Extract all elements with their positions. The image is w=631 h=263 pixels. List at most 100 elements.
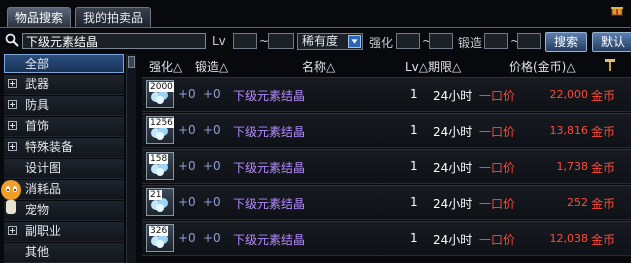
enhance-value: +0	[178, 87, 196, 101]
item-quantity: 21	[149, 190, 163, 200]
forge-value: +0	[203, 195, 221, 209]
item-quantity: 2000	[149, 82, 174, 92]
column-name[interactable]: 名称△	[302, 58, 335, 75]
mascot-icon	[1, 180, 21, 214]
currency-label: 金币	[591, 125, 616, 139]
enhance-value: +0	[178, 195, 196, 209]
category-label: 其他	[25, 245, 50, 259]
item-period: 24小时	[433, 125, 473, 139]
item-name: 下级元素结晶	[233, 89, 306, 103]
item-name: 下级元素结晶	[233, 161, 306, 175]
default-button[interactable]: 默认	[592, 32, 631, 52]
enhance-value: +0	[178, 123, 196, 137]
currency-label: 金币	[591, 233, 616, 247]
item-price: 252	[567, 196, 588, 209]
search-icon	[5, 33, 19, 47]
lv-label: Lv	[212, 34, 226, 48]
table-row[interactable]: 326 +0 +0 下级元素结晶 1 24小时 一口价 12,038 金币	[142, 221, 631, 256]
category-label: 防具	[25, 98, 50, 112]
forge-value: +0	[203, 159, 221, 173]
item-period: 24小时	[433, 233, 473, 247]
item-price: 1,738	[556, 160, 589, 173]
column-price[interactable]: 价格(金币)△	[509, 58, 576, 75]
category-blueprint[interactable]: 设计图	[4, 159, 124, 179]
item-name: 下级元素结晶	[233, 197, 306, 211]
item-lv: 1	[410, 231, 418, 245]
enhance-label: 强化	[369, 36, 394, 50]
category-special-equipment[interactable]: 特殊装备	[4, 138, 124, 158]
category-scrollbar[interactable]	[126, 54, 136, 263]
price-type: 一口价	[479, 197, 516, 211]
expand-icon[interactable]	[8, 121, 17, 130]
table-row[interactable]: 2000 +0 +0 下级元素结晶 1 24小时 一口价 22,000 金币	[142, 77, 631, 112]
crystal-icon: 21	[146, 188, 174, 216]
column-lv-period[interactable]: Lv△期限△	[405, 58, 461, 75]
item-price: 22,000	[549, 88, 589, 101]
currency-label: 金币	[591, 197, 616, 211]
enhance-max-input[interactable]	[429, 33, 453, 49]
category-label: 副职业	[25, 224, 62, 238]
forge-value: +0	[203, 231, 221, 245]
category-label: 设计图	[25, 161, 62, 175]
item-period: 24小时	[433, 89, 473, 103]
forge-label: 锻造	[458, 36, 483, 50]
tab-item-search[interactable]: 物品搜索	[7, 7, 72, 28]
search-input[interactable]: 下级元素结晶	[22, 33, 206, 49]
item-name: 下级元素结晶	[233, 233, 306, 247]
tab-divider	[0, 27, 631, 28]
item-lv: 1	[410, 195, 418, 209]
item-period: 24小时	[433, 197, 473, 211]
item-lv: 1	[410, 159, 418, 173]
currency-label: 金币	[591, 161, 616, 175]
expand-icon[interactable]	[8, 79, 17, 88]
lv-min-input[interactable]	[233, 33, 257, 49]
scrollbar-thumb[interactable]	[128, 56, 135, 68]
tab-my-auctions[interactable]: 我的拍卖品	[75, 7, 152, 28]
crystal-icon: 326	[146, 224, 174, 252]
category-accessory[interactable]: 首饰	[4, 117, 124, 137]
category-label: 首饰	[25, 119, 50, 133]
item-quantity: 158	[149, 154, 169, 164]
table-row[interactable]: 1256 +0 +0 下级元素结晶 1 24小时 一口价 13,816 金币	[142, 113, 631, 148]
price-type: 一口价	[479, 89, 516, 103]
currency-label: 金币	[591, 89, 616, 103]
item-price: 12,038	[549, 232, 589, 245]
category-label: 全部	[25, 57, 50, 71]
item-lv: 1	[410, 87, 418, 101]
column-forge[interactable]: 锻造△	[195, 58, 228, 75]
price-type: 一口价	[479, 233, 516, 247]
category-label: 特殊装备	[25, 140, 74, 154]
category-label: 宠物	[25, 203, 50, 217]
crystal-icon: 1256	[146, 116, 174, 144]
category-all[interactable]: 全部	[4, 54, 124, 73]
forge-max-input[interactable]	[517, 33, 541, 49]
item-name: 下级元素结晶	[233, 125, 306, 139]
item-price: 13,816	[549, 124, 589, 137]
gift-icon	[611, 7, 623, 16]
category-other[interactable]: 其他	[4, 243, 124, 263]
forge-value: +0	[203, 87, 221, 101]
table-row[interactable]: 21 +0 +0 下级元素结晶 1 24小时 一口价 252 金币	[142, 185, 631, 220]
forge-min-input[interactable]	[484, 33, 508, 49]
category-label: 消耗品	[25, 182, 62, 196]
column-enhance[interactable]: 强化△	[149, 58, 182, 75]
table-row[interactable]: 158 +0 +0 下级元素结晶 1 24小时 一口价 1,738 金币	[142, 149, 631, 184]
expand-icon[interactable]	[8, 226, 17, 235]
chevron-down-icon[interactable]	[348, 35, 361, 48]
expand-icon[interactable]	[8, 100, 17, 109]
category-label: 武器	[25, 77, 50, 91]
crystal-icon: 2000	[146, 80, 174, 108]
search-button[interactable]: 搜索	[545, 32, 587, 52]
category-armor[interactable]: 防具	[4, 96, 124, 116]
item-period: 24小时	[433, 161, 473, 175]
enhance-min-input[interactable]	[396, 33, 420, 49]
item-quantity: 326	[149, 226, 169, 236]
lv-max-input[interactable]	[268, 33, 294, 49]
item-lv: 1	[410, 123, 418, 137]
enhance-value: +0	[178, 159, 196, 173]
hammer-icon	[605, 59, 615, 71]
expand-icon[interactable]	[8, 142, 17, 151]
category-sub-profession[interactable]: 副职业	[4, 222, 124, 242]
rarity-select[interactable]: 稀有度	[297, 33, 363, 50]
category-weapon[interactable]: 武器	[4, 75, 124, 95]
